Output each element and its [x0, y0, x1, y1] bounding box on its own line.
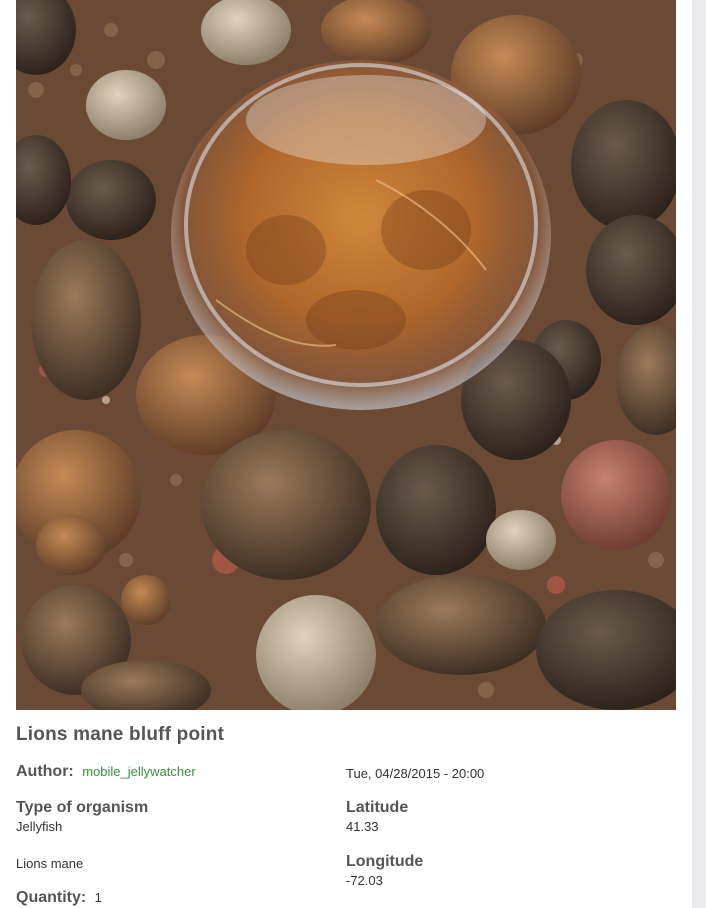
latitude-field: Latitude 41.33	[346, 799, 408, 834]
observation-page: Lions mane bluff point Author: mobile_je…	[0, 0, 692, 908]
latitude-value: 41.33	[346, 819, 379, 834]
longitude-value: -72.03	[346, 873, 383, 888]
quantity-label: Quantity:	[16, 889, 87, 906]
window-edge	[692, 0, 706, 908]
longitude-field: Longitude -72.03	[346, 853, 423, 888]
quantity-value: 1	[94, 890, 102, 905]
author-link[interactable]: mobile_jellywatcher	[82, 764, 195, 779]
observation-photo[interactable]	[16, 0, 676, 710]
jellyfish-photo	[16, 0, 676, 710]
latitude-label: Latitude	[346, 799, 409, 816]
organism-type-label: Type of organism	[16, 799, 149, 816]
longitude-label: Longitude	[346, 853, 424, 870]
organism-type-field: Type of organism Jellyfish	[16, 799, 148, 834]
observation-title: Lions mane bluff point	[16, 724, 225, 745]
quantity-field: Quantity: 1	[16, 889, 102, 907]
common-name-value: Lions mane	[16, 856, 84, 871]
author-row: Author: mobile_jellywatcher	[16, 763, 196, 781]
observation-date: Tue, 04/28/2015 - 20:00	[346, 766, 485, 781]
organism-type-value: Jellyfish	[16, 819, 63, 834]
author-label: Author:	[16, 763, 74, 780]
